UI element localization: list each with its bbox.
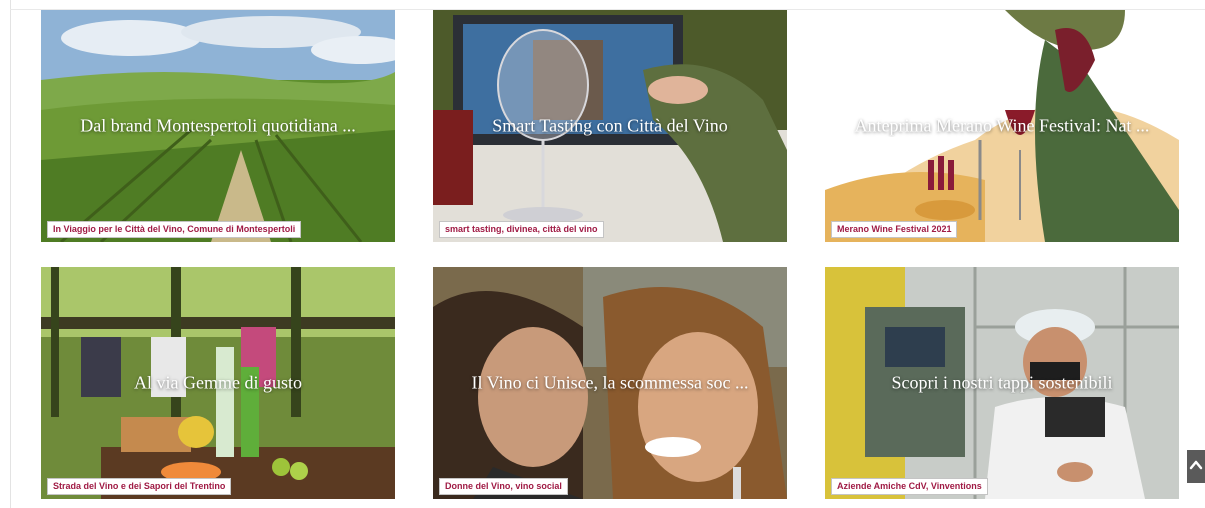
card-title[interactable]: Il Vino ci Unisce, la scommessa soc ... [433,373,787,394]
card-tags[interactable]: In Viaggio per le Città del Vino, Comune… [47,221,302,238]
card-tags[interactable]: smart tasting, divinea, città del vino [439,221,604,238]
card-tags[interactable]: Donne del Vino, vino social [439,478,568,495]
card-title[interactable]: Dal brand Montespertoli quotidiana ... [41,116,395,137]
scroll-to-top-button[interactable] [1187,450,1205,483]
article-card-montespertoli[interactable]: Dal brand Montespertoli quotidiana ... I… [41,10,395,242]
card-title[interactable]: Al via Gemme di gusto [41,373,395,394]
card-title[interactable]: Anteprima Merano Wine Festival: Nat ... [825,116,1179,137]
chevron-up-icon [1189,460,1203,470]
page-border [10,0,11,508]
article-card-merano[interactable]: Anteprima Merano Wine Festival: Nat ... … [825,10,1179,242]
article-card-gemme-di-gusto[interactable]: Al via Gemme di gusto Strada del Vino e … [41,267,395,499]
article-card-tappi-sostenibili[interactable]: Scopri i nostri tappi sostenibili Aziend… [825,267,1179,499]
card-title[interactable]: Smart Tasting con Città del Vino [433,116,787,137]
card-tags[interactable]: Strada del Vino e dei Sapori del Trentin… [47,478,232,495]
card-tags[interactable]: Aziende Amiche CdV, Vinventions [831,478,988,495]
card-tags[interactable]: Merano Wine Festival 2021 [831,221,958,238]
article-card-vino-ci-unisce[interactable]: Il Vino ci Unisce, la scommessa soc ... … [433,267,787,499]
article-card-smart-tasting[interactable]: Smart Tasting con Città del Vino smart t… [433,10,787,242]
card-title[interactable]: Scopri i nostri tappi sostenibili [825,373,1179,394]
